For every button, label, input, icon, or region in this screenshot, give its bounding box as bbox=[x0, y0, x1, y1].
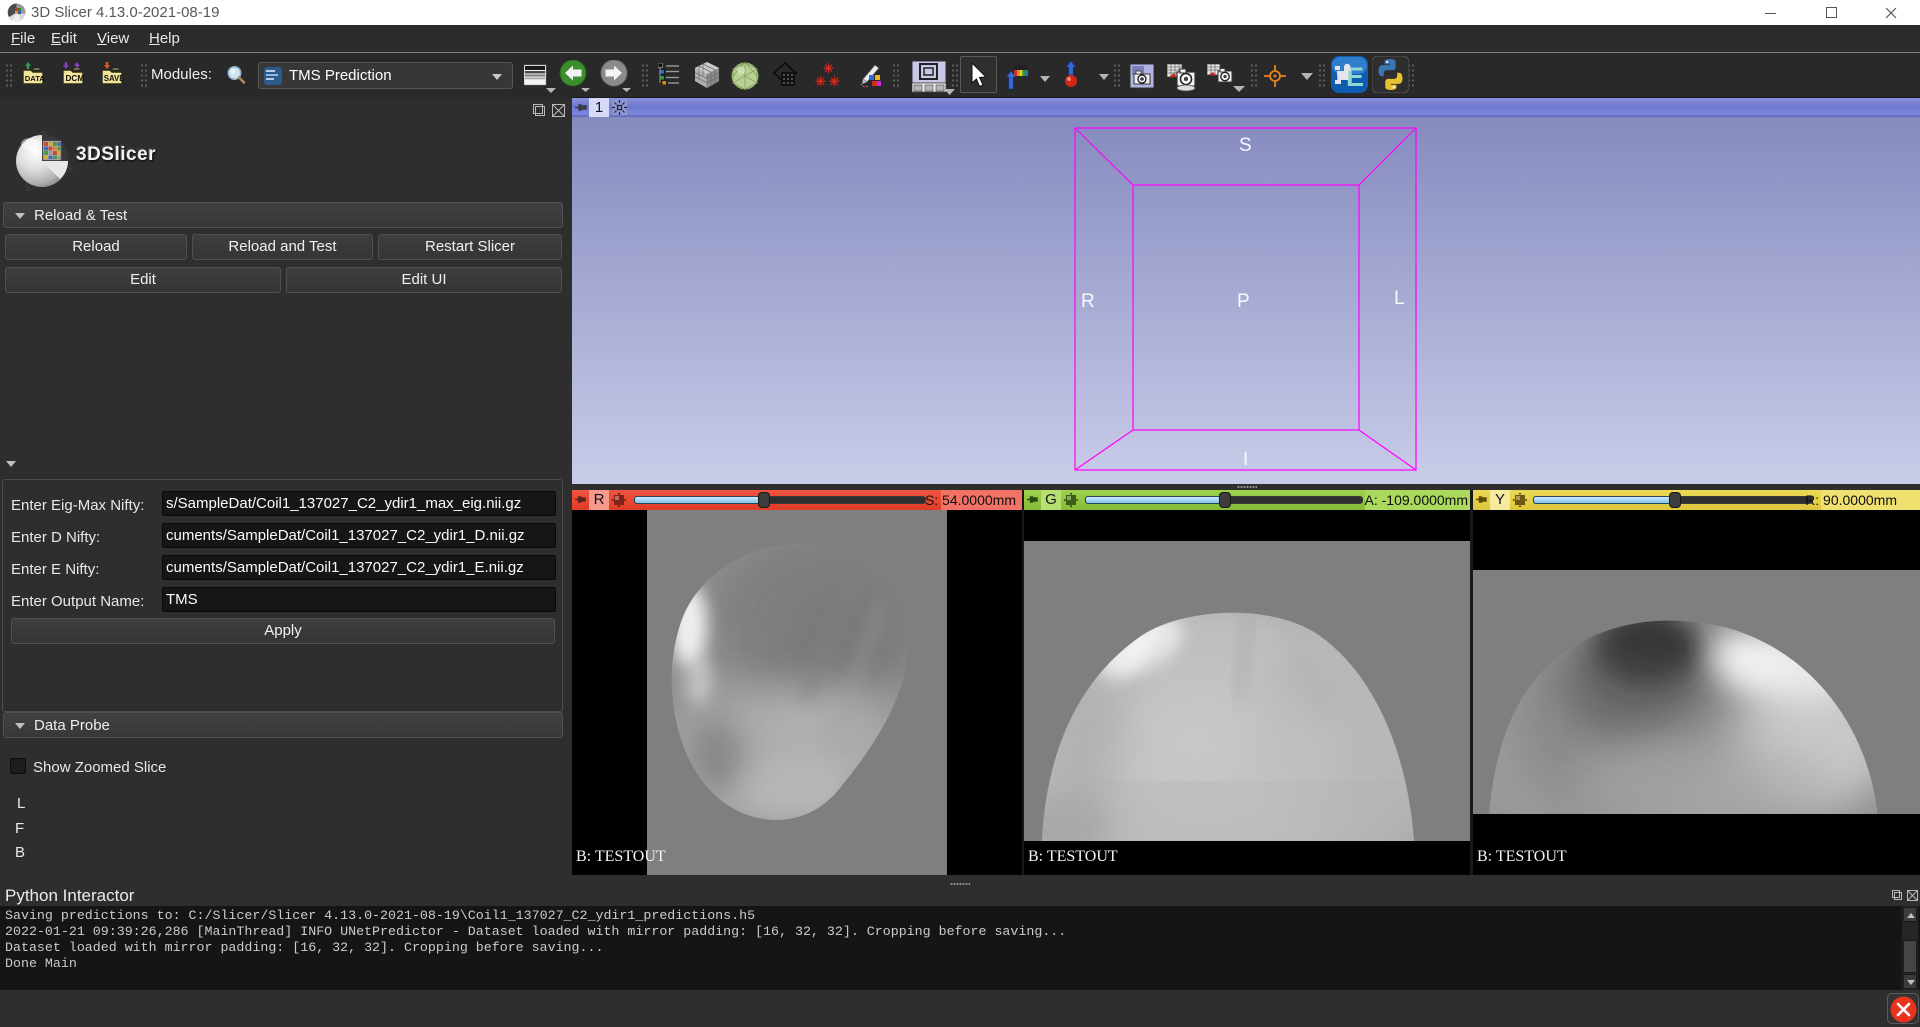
svg-text:L: L bbox=[1394, 288, 1405, 309]
svg-text:✳: ✳ bbox=[829, 74, 840, 89]
svg-text:DATA: DATA bbox=[25, 74, 45, 83]
svg-text:R: R bbox=[1081, 291, 1095, 312]
svg-text:✳: ✳ bbox=[815, 74, 826, 89]
svg-text:P: P bbox=[1237, 291, 1250, 312]
svg-text:S: S bbox=[1239, 135, 1252, 156]
svg-text:I: I bbox=[1243, 449, 1248, 470]
svg-text:DCM: DCM bbox=[66, 74, 85, 83]
svg-text:SAVE: SAVE bbox=[104, 74, 125, 83]
